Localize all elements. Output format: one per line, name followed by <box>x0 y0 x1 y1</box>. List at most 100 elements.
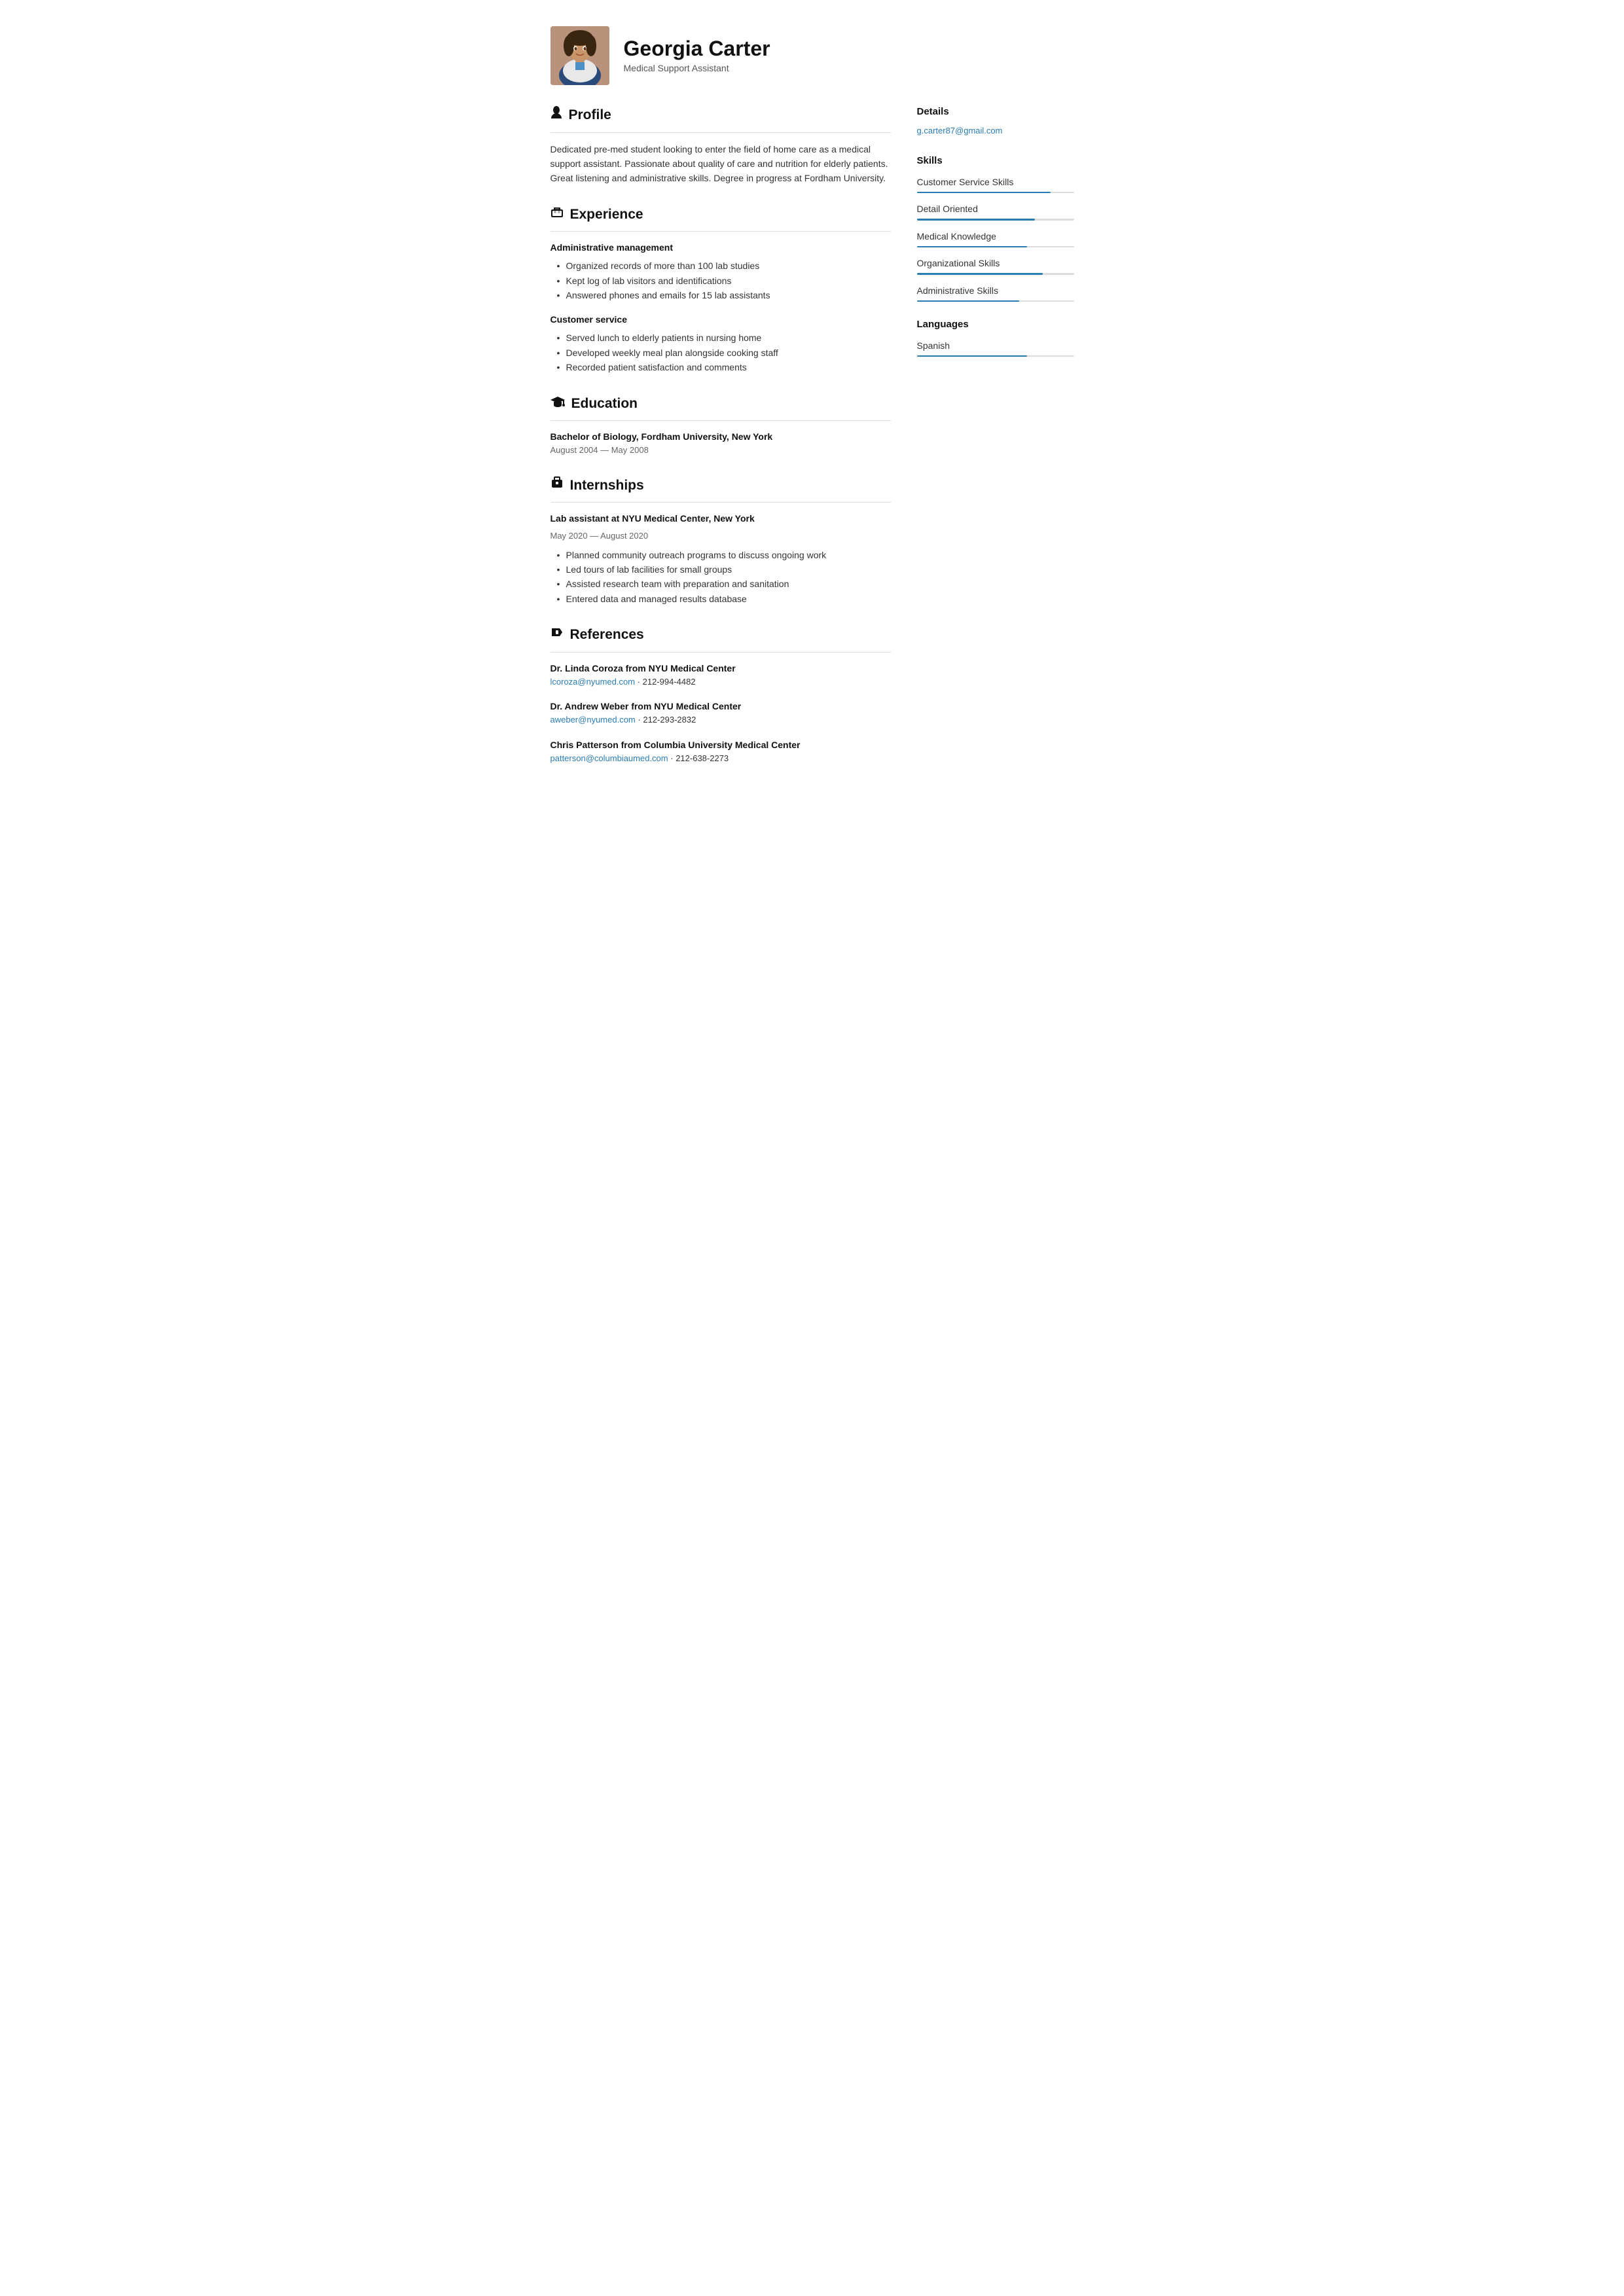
skill-item-3: Organizational Skills <box>917 254 1074 275</box>
references-section-title: References <box>550 624 891 645</box>
internship-bullets: Planned community outreach programs to d… <box>550 548 891 607</box>
education-label: Education <box>571 393 638 414</box>
skill-item-0: Customer Service Skills <box>917 173 1074 194</box>
education-degree: Bachelor of Biology, Fordham University,… <box>550 430 891 444</box>
internships-divider <box>550 502 891 503</box>
experience-section-title: Experience <box>550 204 891 225</box>
skill-item-2: Medical Knowledge <box>917 227 1074 248</box>
reference-item-3: Chris Patterson from Columbia University… <box>550 738 891 765</box>
lang-name-0: Spanish <box>917 336 1074 355</box>
bullet-item: Organized records of more than 100 lab s… <box>557 259 891 273</box>
internships-label: Internships <box>570 475 644 496</box>
references-divider <box>550 652 891 653</box>
skills-title: Skills <box>917 154 1074 169</box>
education-date: August 2004 — May 2008 <box>550 444 891 457</box>
education-divider <box>550 420 891 421</box>
profile-label: Profile <box>569 105 611 126</box>
profile-section: Profile Dedicated pre-med student lookin… <box>550 105 891 186</box>
skill-bar-1 <box>917 219 1035 221</box>
bullet-item: Planned community outreach programs to d… <box>557 548 891 562</box>
ref-email-2[interactable]: aweber@nyumed.com <box>550 715 636 725</box>
internship-date: May 2020 — August 2020 <box>550 529 891 543</box>
ref-email-3[interactable]: patterson@columbiaumed.com <box>550 753 668 763</box>
details-email[interactable]: g.carter87@gmail.com <box>917 126 1003 135</box>
language-item-0: Spanish <box>917 336 1074 357</box>
avatar <box>550 26 609 85</box>
experience-divider <box>550 231 891 232</box>
references-label: References <box>570 624 644 645</box>
profile-text: Dedicated pre-med student looking to ent… <box>550 142 891 186</box>
ref-phone-2: 212-293-2832 <box>643 715 696 725</box>
main-column: Profile Dedicated pre-med student lookin… <box>550 105 891 783</box>
skill-bar-container-3 <box>917 273 1074 275</box>
skill-name-1: Detail Oriented <box>917 200 1074 219</box>
job-title-admin: Administrative management <box>550 241 891 255</box>
experience-icon <box>550 206 564 223</box>
internship-title: Lab assistant at NYU Medical Center, New… <box>550 512 891 526</box>
internship-icon <box>550 476 564 494</box>
skill-bar-container-0 <box>917 192 1074 194</box>
references-section: References Dr. Linda Coroza from NYU Med… <box>550 624 891 764</box>
profile-section-title: Profile <box>550 105 891 126</box>
reference-item-2: Dr. Andrew Weber from NYU Medical Center… <box>550 700 891 726</box>
header: Georgia Carter Medical Support Assistant <box>550 26 1074 85</box>
person-icon <box>550 106 562 124</box>
languages-section: Languages Spanish <box>917 317 1074 357</box>
references-icon <box>550 626 564 644</box>
candidate-name: Georgia Carter <box>624 36 770 61</box>
ref-contact-1: lcoroza@nyumed.com · 212-994-4482 <box>550 675 891 689</box>
ref-name-3: Chris Patterson from Columbia University… <box>550 738 891 752</box>
bullet-item: Answered phones and emails for 15 lab as… <box>557 288 891 302</box>
lang-bar-0 <box>917 355 1027 357</box>
experience-label: Experience <box>570 204 643 225</box>
lang-bar-container-0 <box>917 355 1074 357</box>
ref-contact-3: patterson@columbiaumed.com · 212-638-227… <box>550 752 891 765</box>
job-title-customer: Customer service <box>550 313 891 327</box>
bullet-item: Served lunch to elderly patients in nurs… <box>557 331 891 345</box>
details-title: Details <box>917 105 1074 120</box>
body-layout: Profile Dedicated pre-med student lookin… <box>550 105 1074 783</box>
skill-bar-0 <box>917 192 1051 194</box>
ref-separator-3: · <box>670 753 676 763</box>
skills-section: Skills Customer Service Skills Detail Or… <box>917 154 1074 302</box>
skill-bar-container-1 <box>917 219 1074 221</box>
skill-name-0: Customer Service Skills <box>917 173 1074 192</box>
bullet-item: Recorded patient satisfaction and commen… <box>557 360 891 374</box>
bullet-item: Assisted research team with preparation … <box>557 577 891 591</box>
details-section: Details g.carter87@gmail.com <box>917 105 1074 138</box>
education-section: Education Bachelor of Biology, Fordham U… <box>550 393 891 457</box>
ref-name-2: Dr. Andrew Weber from NYU Medical Center <box>550 700 891 713</box>
skill-item-1: Detail Oriented <box>917 200 1074 221</box>
resume-page: Georgia Carter Medical Support Assistant… <box>518 0 1107 831</box>
education-section-title: Education <box>550 393 891 414</box>
ref-separator-1: · <box>638 677 643 687</box>
skill-bar-3 <box>917 273 1043 275</box>
skill-bar-container-4 <box>917 300 1074 302</box>
ref-email-1[interactable]: lcoroza@nyumed.com <box>550 677 636 687</box>
graduation-icon <box>550 395 565 412</box>
bullet-item: Kept log of lab visitors and identificat… <box>557 274 891 288</box>
bullet-item: Developed weekly meal plan alongside coo… <box>557 346 891 360</box>
skill-name-4: Administrative Skills <box>917 281 1074 300</box>
ref-phone-1: 212-994-4482 <box>643 677 696 687</box>
reference-item-1: Dr. Linda Coroza from NYU Medical Center… <box>550 662 891 689</box>
skill-name-2: Medical Knowledge <box>917 227 1074 246</box>
avatar-image <box>550 26 609 85</box>
candidate-title: Medical Support Assistant <box>624 62 770 75</box>
bullet-item: Entered data and managed results databas… <box>557 592 891 606</box>
bullet-item: Led tours of lab facilities for small gr… <box>557 562 891 577</box>
experience-section: Experience Administrative management Org… <box>550 204 891 375</box>
ref-contact-2: aweber@nyumed.com · 212-293-2832 <box>550 713 891 726</box>
languages-title: Languages <box>917 317 1074 332</box>
ref-phone-3: 212-638-2273 <box>676 753 729 763</box>
internships-section: Internships Lab assistant at NYU Medical… <box>550 475 891 607</box>
skill-bar-2 <box>917 246 1027 248</box>
skill-bar-4 <box>917 300 1019 302</box>
skill-name-3: Organizational Skills <box>917 254 1074 273</box>
ref-name-1: Dr. Linda Coroza from NYU Medical Center <box>550 662 891 675</box>
header-info: Georgia Carter Medical Support Assistant <box>624 36 770 75</box>
job-bullets-customer: Served lunch to elderly patients in nurs… <box>550 331 891 374</box>
internships-section-title: Internships <box>550 475 891 496</box>
skill-bar-container-2 <box>917 246 1074 248</box>
profile-divider <box>550 132 891 133</box>
